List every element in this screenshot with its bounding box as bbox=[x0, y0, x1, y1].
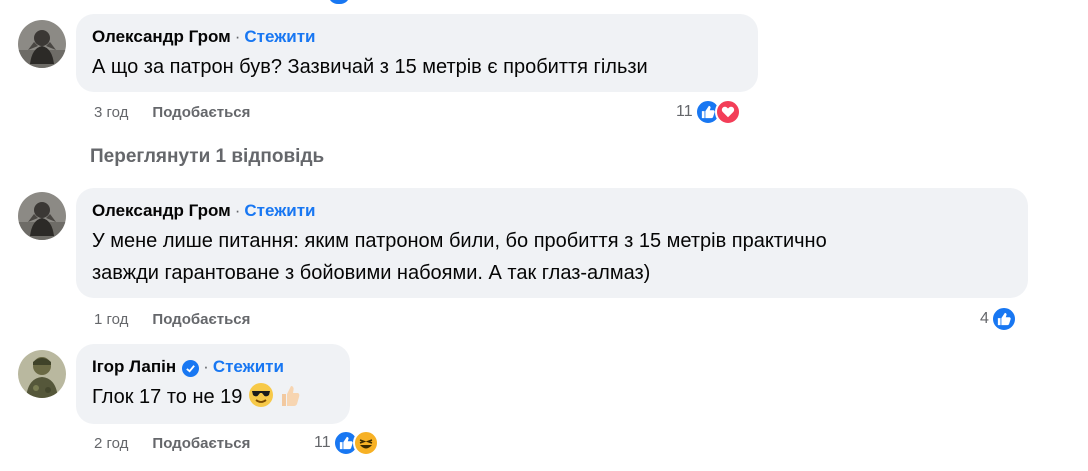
reaction-count: 11 bbox=[314, 434, 331, 451]
separator-dot: · bbox=[234, 201, 241, 220]
reaction-summary[interactable]: 11 bbox=[314, 430, 379, 456]
avatar[interactable] bbox=[18, 20, 66, 68]
comment-bubble: Олександр Гром · Стежити У мене лише питан… bbox=[76, 188, 1028, 298]
comment-text-line: завжди гарантоване з бойовими набоями. А… bbox=[92, 262, 651, 284]
sunglasses-emoji-icon bbox=[248, 382, 274, 408]
separator-dot: · bbox=[234, 27, 241, 46]
view-replies-link[interactable]: Переглянути 1 відповідь bbox=[90, 146, 324, 168]
comment-text-line: У мене лише питання: яким патроном били,… bbox=[92, 230, 827, 252]
comment-author[interactable]: Олександр Гром bbox=[92, 27, 231, 46]
like-button[interactable]: Подобається bbox=[152, 104, 250, 121]
reaction-count: 4 bbox=[980, 310, 989, 327]
comment-time[interactable]: 2 год bbox=[94, 435, 128, 452]
like-button[interactable]: Подобається bbox=[152, 311, 250, 328]
reaction-count: 11 bbox=[676, 103, 693, 120]
comment-author[interactable]: Ігор Лапін bbox=[92, 357, 176, 376]
follow-link[interactable]: Стежити bbox=[244, 201, 315, 220]
comment-bubble: Олександр Гром · Стежити А що за патрон бу… bbox=[76, 14, 758, 92]
comment-author[interactable]: Олександр Гром bbox=[92, 201, 231, 220]
follow-link[interactable]: Стежити bbox=[244, 27, 315, 46]
thumbs-up-emoji-icon bbox=[276, 382, 302, 408]
comment-time[interactable]: 3 год bbox=[94, 104, 128, 121]
like-button[interactable]: Подобається bbox=[152, 435, 250, 452]
avatar[interactable] bbox=[18, 350, 66, 398]
love-icon bbox=[714, 99, 741, 125]
follow-link[interactable]: Стежити bbox=[213, 357, 284, 376]
like-icon bbox=[990, 306, 1017, 332]
comment-meta: 3 год Подобається bbox=[94, 103, 250, 123]
comment-text: А що за патрон був? Зазвичай з 15 метрів… bbox=[92, 56, 648, 78]
avatar[interactable] bbox=[18, 192, 66, 240]
comment-meta: 2 год Подобається bbox=[94, 434, 250, 454]
comment-bubble: Ігор Лапін · Стежити Глок 17 то не 19 bbox=[76, 344, 350, 424]
separator-dot: · bbox=[203, 357, 209, 376]
verified-badge-icon bbox=[182, 360, 200, 377]
haha-icon bbox=[352, 430, 379, 456]
comment-text: Глок 17 то не 19 bbox=[92, 386, 243, 408]
like-icon-partial bbox=[328, 0, 350, 4]
comment-meta: 1 год Подобається bbox=[94, 310, 250, 330]
reaction-summary[interactable]: 11 bbox=[676, 99, 741, 125]
comment-time[interactable]: 1 год bbox=[94, 311, 128, 328]
reaction-summary[interactable]: 4 bbox=[980, 306, 1017, 332]
